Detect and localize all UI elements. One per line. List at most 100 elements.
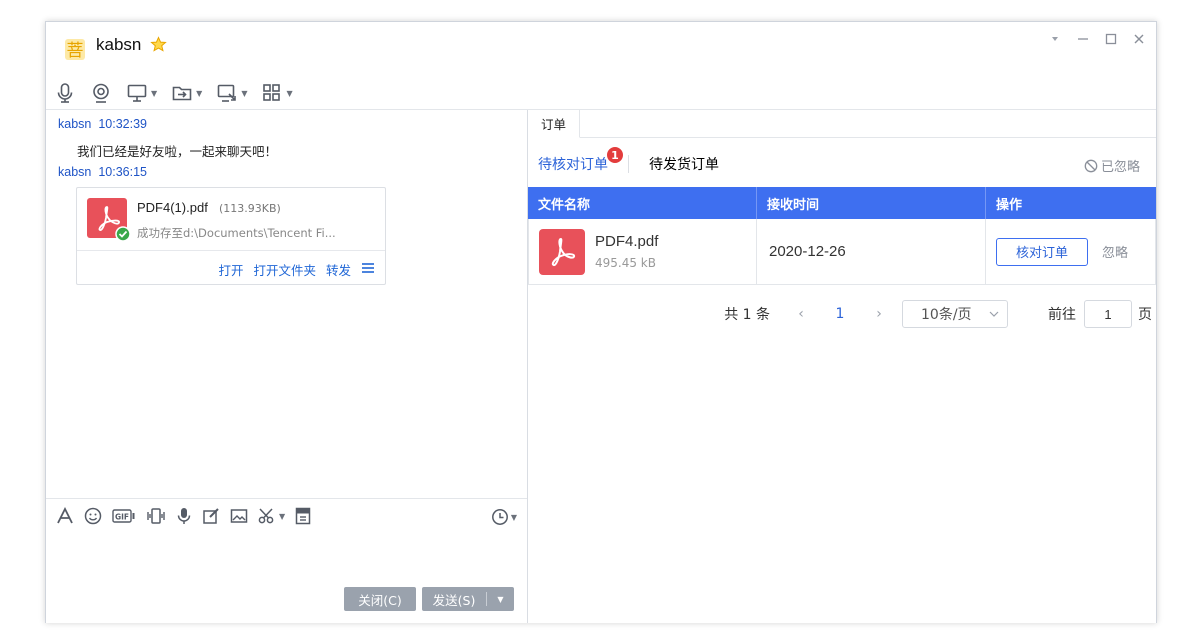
video-call-button[interactable] xyxy=(90,82,112,104)
message-sender: kabsn xyxy=(58,117,92,131)
cell-actions: 核对订单 忽略 xyxy=(986,219,1156,284)
chevron-down-icon: ▼ xyxy=(286,88,293,98)
column-header-received: 接收时间 xyxy=(757,187,986,219)
next-page-icon[interactable]: › xyxy=(870,306,888,322)
message-history-button[interactable]: ▼ xyxy=(491,508,517,526)
message-text[interactable]: 我们已经是好友啦，一起来聊天吧！ xyxy=(77,141,277,160)
screenshot-icon[interactable]: ▼ xyxy=(258,507,285,525)
goto-page-input[interactable] xyxy=(1084,300,1132,328)
ignore-link[interactable]: 忽略 xyxy=(1102,242,1128,261)
emoji-icon[interactable] xyxy=(84,507,102,525)
file-size: 495.45 kB xyxy=(595,256,656,270)
voice-message-icon[interactable] xyxy=(176,507,192,525)
cell-file: PDF4.pdf 495.45 kB xyxy=(529,219,757,284)
total-count: 共 1 条 xyxy=(724,307,770,323)
verify-order-button[interactable]: 核对订单 xyxy=(996,237,1088,266)
svg-text:菩: 菩 xyxy=(67,41,84,61)
apps-button[interactable]: ▼ xyxy=(261,82,293,104)
send-file-button[interactable]: ▼ xyxy=(171,82,202,104)
folder-send-icon xyxy=(172,86,192,101)
minimize-button[interactable] xyxy=(1076,32,1090,46)
forward-link[interactable]: 转发 xyxy=(326,260,351,279)
edit-icon[interactable] xyxy=(202,507,220,525)
count-badge: 1 xyxy=(606,146,624,164)
red-packet-icon[interactable] xyxy=(295,507,311,525)
chevron-down-icon: ▼ xyxy=(241,88,248,98)
grid-icon xyxy=(263,84,281,101)
message-time: 10:36:15 xyxy=(98,165,147,179)
camera-icon xyxy=(93,83,109,103)
monitor-icon xyxy=(127,84,147,102)
microphone-icon xyxy=(57,83,73,103)
close-window-button[interactable] xyxy=(1132,32,1146,46)
orders-table: 文件名称 接收时间 操作 PDF4.pdf 495.45 kB 2020-12-… xyxy=(528,187,1156,285)
dropdown-icon[interactable] xyxy=(1048,32,1062,46)
gif-icon[interactable]: GIF xyxy=(112,507,136,525)
avatar[interactable]: 菩 xyxy=(62,36,88,62)
voice-call-button[interactable] xyxy=(54,82,76,104)
send-options-dropdown[interactable]: ▼ xyxy=(487,595,514,604)
input-toolbar: GIF ▼ xyxy=(56,507,311,525)
pagination: 共 1 条 ‹ 1 › 10条/页 前往 页 xyxy=(724,300,1152,328)
remote-desktop-button[interactable]: ▼ xyxy=(216,82,247,104)
card-divider xyxy=(77,250,385,251)
tab-orders[interactable]: 订单 xyxy=(528,110,580,138)
chevron-down-icon xyxy=(989,311,999,317)
chevron-down-icon: ▼ xyxy=(151,88,158,98)
cell-received-date: 2020-12-26 xyxy=(757,219,986,284)
table-header: 文件名称 接收时间 操作 xyxy=(528,187,1156,219)
screen-share-button[interactable]: ▼ xyxy=(126,82,157,104)
shake-icon[interactable] xyxy=(146,507,166,525)
open-folder-link[interactable]: 打开文件夹 xyxy=(253,260,316,279)
toolbar: ▼ ▼ ▼ ▼ xyxy=(54,80,293,106)
file-message-card[interactable]: PDF4(1).pdf (113.93KB) 成功存至d:\Documents\… xyxy=(76,187,386,285)
chat-history[interactable]: kabsn 10:32:39 我们已经是好友啦，一起来聊天吧！ kabsn 10… xyxy=(46,110,527,498)
page-size-value: 10条/页 xyxy=(921,307,972,323)
chat-window: 菩 kabsn ▼ ▼ ▼ ▼ kabsn 10:32:39 我们已经是好友啦，… xyxy=(45,21,1157,623)
star-icon xyxy=(150,36,167,52)
remote-desktop-icon xyxy=(218,84,237,102)
image-icon[interactable] xyxy=(230,507,248,525)
prev-page-icon[interactable]: ‹ xyxy=(792,306,810,322)
page-number[interactable]: 1 xyxy=(810,306,870,322)
maximize-button[interactable] xyxy=(1104,32,1118,46)
tab-label: 待核对订单 xyxy=(538,157,608,173)
page-size-select[interactable]: 10条/页 xyxy=(902,300,1008,328)
file-status: 成功存至d:\Documents\Tencent Fi... xyxy=(137,226,336,240)
close-button[interactable]: 关闭(C) xyxy=(344,587,416,611)
svg-text:GIF: GIF xyxy=(115,513,129,522)
page-suffix: 页 xyxy=(1138,307,1152,323)
menu-icon[interactable] xyxy=(361,262,375,277)
message-input-area[interactable]: GIF ▼ ▼ 关闭(C) 发送(S) ▼ xyxy=(46,498,527,623)
pdf-file-icon xyxy=(539,228,585,275)
ban-icon xyxy=(1084,159,1098,172)
file-actions: 打开 打开文件夹 转发 xyxy=(218,260,375,279)
pdf-file-icon xyxy=(87,198,131,242)
send-label: 发送(S) xyxy=(432,592,476,608)
column-header-filename: 文件名称 xyxy=(528,187,757,219)
open-file-link[interactable]: 打开 xyxy=(218,260,243,279)
goto-label: 前往 xyxy=(1048,307,1076,323)
chevron-down-icon: ▼ xyxy=(510,512,517,522)
message-sender: kabsn xyxy=(58,165,92,179)
table-row: PDF4.pdf 495.45 kB 2020-12-26 核对订单 忽略 xyxy=(528,219,1156,285)
tab-pending-verify[interactable]: 待核对订单 1 xyxy=(538,146,624,174)
tab-pending-ship[interactable]: 待发货订单 xyxy=(649,154,719,174)
file-name: PDF4(1).pdf xyxy=(137,200,208,215)
contact-name: kabsn xyxy=(96,35,142,54)
file-name[interactable]: PDF4.pdf xyxy=(595,233,658,250)
tab-separator xyxy=(628,155,629,173)
tab-line xyxy=(580,137,1156,138)
column-header-actions: 操作 xyxy=(996,197,1023,213)
message-time: 10:32:39 xyxy=(98,117,147,131)
order-panel: 订单 待核对订单 1 待发货订单 已忽略 文件名称 接收时间 操作 PDF4.p… xyxy=(528,110,1156,623)
file-size: (113.93KB) xyxy=(219,202,281,215)
order-status-tabs: 待核对订单 1 待发货订单 xyxy=(538,146,719,174)
send-button[interactable]: 发送(S) ▼ xyxy=(422,587,514,611)
ignored-filter[interactable]: 已忽略 xyxy=(1084,156,1140,175)
font-icon[interactable] xyxy=(56,507,74,525)
clock-icon xyxy=(491,509,508,525)
message-meta: kabsn 10:36:15 xyxy=(58,165,147,179)
ignored-label: 已忽略 xyxy=(1100,160,1140,175)
title-bar: 菩 kabsn xyxy=(46,22,1156,70)
